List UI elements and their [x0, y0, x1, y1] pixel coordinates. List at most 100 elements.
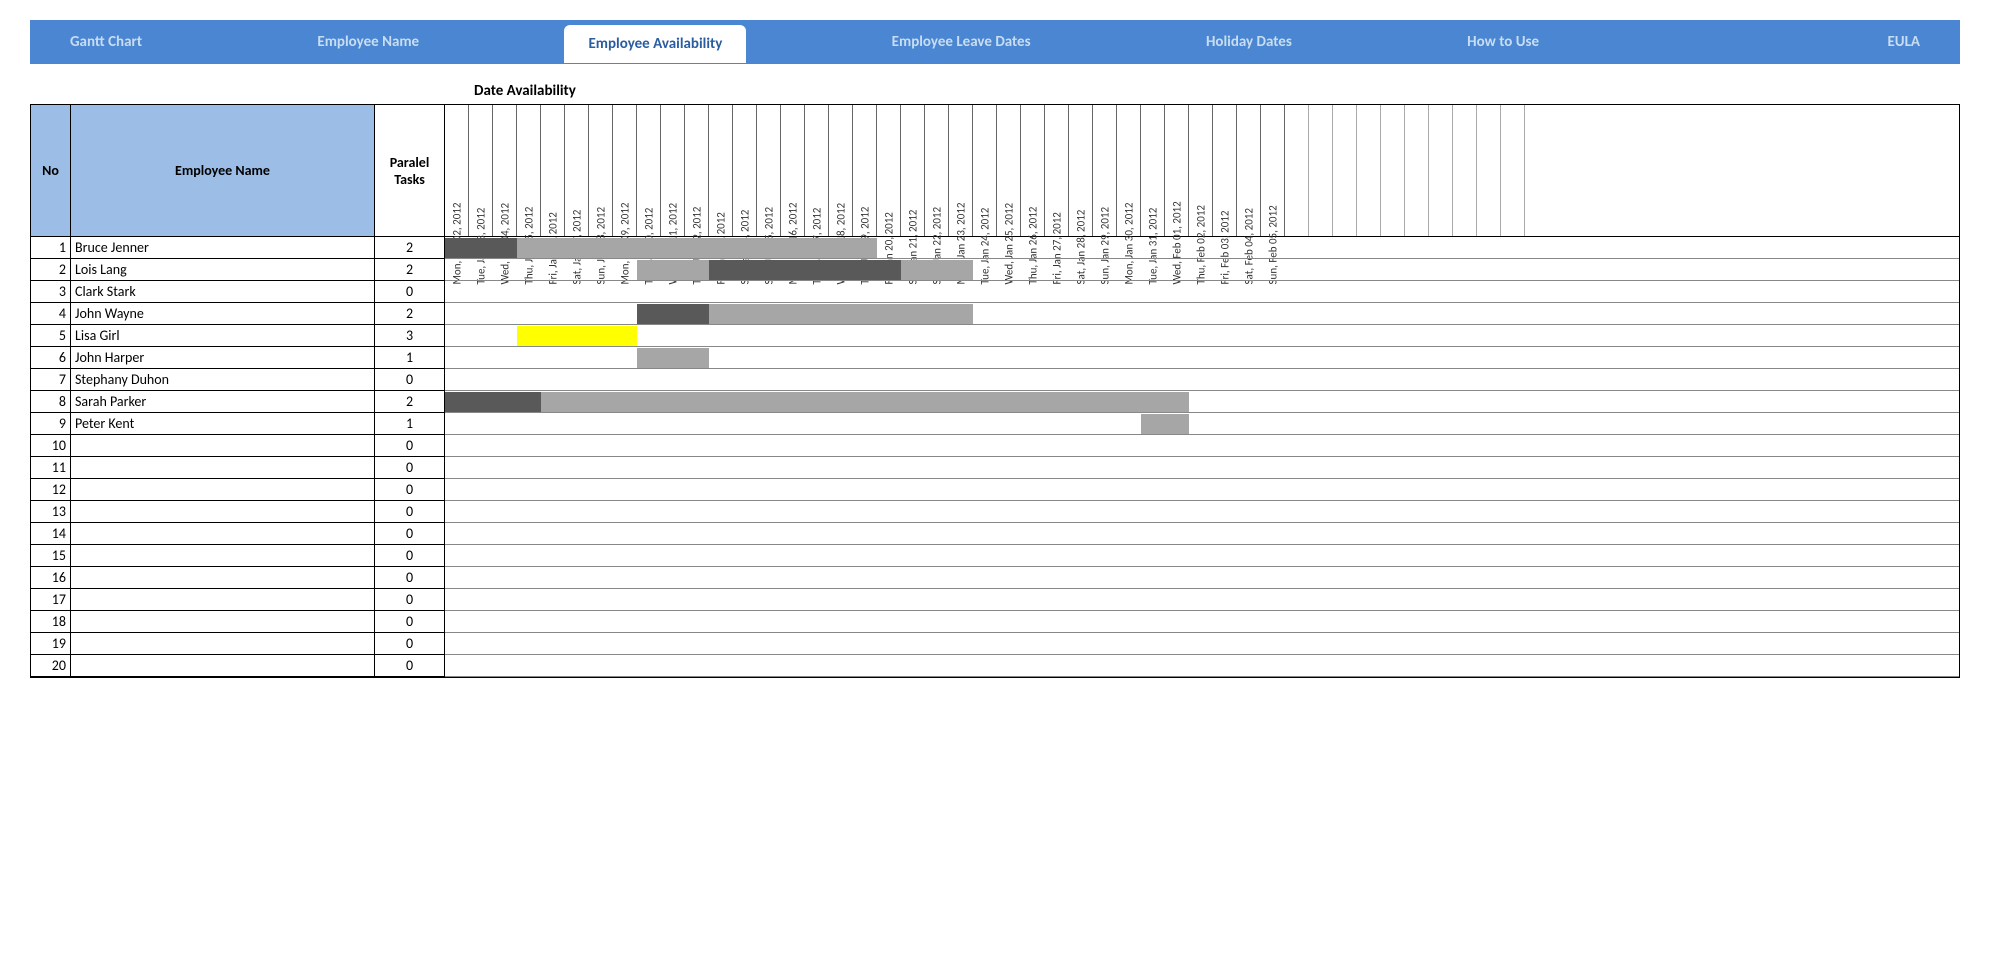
- date-column[interactable]: Thu, Jan 19, 2012: [853, 105, 877, 236]
- row-tasks[interactable]: 3: [375, 325, 445, 347]
- gantt-row[interactable]: [445, 479, 1959, 501]
- row-tasks[interactable]: 0: [375, 545, 445, 567]
- gantt-row[interactable]: [445, 259, 1959, 281]
- date-column[interactable]: Fri, Jan 06, 2012: [541, 105, 565, 236]
- gantt-row[interactable]: [445, 413, 1959, 435]
- row-no[interactable]: 15: [31, 545, 71, 567]
- row-no[interactable]: 17: [31, 589, 71, 611]
- row-tasks[interactable]: 0: [375, 281, 445, 303]
- gantt-bar[interactable]: [637, 304, 709, 324]
- row-no[interactable]: 18: [31, 611, 71, 633]
- date-column[interactable]: Thu, Jan 05, 2012: [517, 105, 541, 236]
- row-tasks[interactable]: 0: [375, 655, 445, 677]
- gantt-row[interactable]: [445, 589, 1959, 611]
- row-no[interactable]: 9: [31, 413, 71, 435]
- row-no[interactable]: 12: [31, 479, 71, 501]
- gantt-row[interactable]: [445, 545, 1959, 567]
- row-name[interactable]: Stephany Duhon: [71, 369, 375, 391]
- row-no[interactable]: 11: [31, 457, 71, 479]
- tab-eula[interactable]: EULA: [1857, 25, 1950, 59]
- row-tasks[interactable]: 0: [375, 369, 445, 391]
- date-column[interactable]: Fri, Jan 13, 2012: [709, 105, 733, 236]
- row-tasks[interactable]: 0: [375, 479, 445, 501]
- row-tasks[interactable]: 0: [375, 501, 445, 523]
- row-no[interactable]: 1: [31, 237, 71, 259]
- tab-holiday-dates[interactable]: Holiday Dates: [1176, 25, 1322, 59]
- gantt-row[interactable]: [445, 435, 1959, 457]
- gantt-row[interactable]: [445, 633, 1959, 655]
- tab-employee-availability[interactable]: Employee Availability: [564, 25, 746, 63]
- row-name[interactable]: [71, 589, 375, 611]
- row-name[interactable]: Lois Lang: [71, 259, 375, 281]
- date-column[interactable]: Sat, Jan 21, 2012: [901, 105, 925, 236]
- date-column[interactable]: Fri, Feb 03, 2012: [1213, 105, 1237, 236]
- row-name[interactable]: John Wayne: [71, 303, 375, 325]
- gantt-row[interactable]: [445, 391, 1959, 413]
- row-name[interactable]: [71, 567, 375, 589]
- row-name[interactable]: [71, 479, 375, 501]
- date-column-blank[interactable]: [1405, 105, 1429, 236]
- date-column[interactable]: Mon, Jan 02, 2012: [445, 105, 469, 236]
- date-column[interactable]: Sun, Feb 05, 2012: [1261, 105, 1285, 236]
- row-tasks[interactable]: 0: [375, 523, 445, 545]
- row-tasks[interactable]: 2: [375, 259, 445, 281]
- row-tasks[interactable]: 2: [375, 391, 445, 413]
- row-no[interactable]: 2: [31, 259, 71, 281]
- date-column[interactable]: Sun, Jan 22, 2012: [925, 105, 949, 236]
- date-column[interactable]: Thu, Jan 26, 2012: [1021, 105, 1045, 236]
- date-column-blank[interactable]: [1285, 105, 1309, 236]
- date-column[interactable]: Wed, Jan 18, 2012: [829, 105, 853, 236]
- date-column[interactable]: Sun, Jan 08, 2012: [589, 105, 613, 236]
- date-column[interactable]: Fri, Jan 27, 2012: [1045, 105, 1069, 236]
- date-column[interactable]: Sun, Jan 29, 2012: [1093, 105, 1117, 236]
- date-column[interactable]: Tue, Jan 24, 2012: [973, 105, 997, 236]
- tab-employee-leave-dates[interactable]: Employee Leave Dates: [862, 25, 1061, 59]
- row-no[interactable]: 6: [31, 347, 71, 369]
- row-tasks[interactable]: 1: [375, 347, 445, 369]
- gantt-row[interactable]: [445, 303, 1959, 325]
- tab-how-to-use[interactable]: How to Use: [1437, 25, 1569, 59]
- row-tasks[interactable]: 1: [375, 413, 445, 435]
- date-column-blank[interactable]: [1453, 105, 1477, 236]
- date-column-blank[interactable]: [1501, 105, 1525, 236]
- gantt-row[interactable]: [445, 567, 1959, 589]
- tab-employee-name[interactable]: Employee Name: [287, 25, 449, 59]
- date-column-blank[interactable]: [1477, 105, 1501, 236]
- row-no[interactable]: 14: [31, 523, 71, 545]
- date-column-blank[interactable]: [1429, 105, 1453, 236]
- gantt-bar[interactable]: [445, 392, 1189, 412]
- row-name[interactable]: John Harper: [71, 347, 375, 369]
- gantt-bar[interactable]: [445, 392, 541, 412]
- date-column[interactable]: Tue, Jan 03, 2012: [469, 105, 493, 236]
- row-name[interactable]: Clark Stark: [71, 281, 375, 303]
- gantt-row[interactable]: [445, 237, 1959, 259]
- row-name[interactable]: [71, 435, 375, 457]
- gantt-bar[interactable]: [709, 260, 901, 280]
- gantt-row[interactable]: [445, 523, 1959, 545]
- row-no[interactable]: 8: [31, 391, 71, 413]
- date-column[interactable]: Mon, Jan 23, 2012: [949, 105, 973, 236]
- date-column[interactable]: Sat, Jan 28, 2012: [1069, 105, 1093, 236]
- row-tasks[interactable]: 0: [375, 457, 445, 479]
- row-name[interactable]: [71, 655, 375, 677]
- date-column-blank[interactable]: [1357, 105, 1381, 236]
- row-no[interactable]: 20: [31, 655, 71, 677]
- row-no[interactable]: 4: [31, 303, 71, 325]
- gantt-row[interactable]: [445, 501, 1959, 523]
- row-name[interactable]: [71, 633, 375, 655]
- row-name[interactable]: Peter Kent: [71, 413, 375, 435]
- row-name[interactable]: Lisa Girl: [71, 325, 375, 347]
- gantt-bar[interactable]: [517, 326, 637, 346]
- date-column[interactable]: Sun, Jan 15, 2012: [757, 105, 781, 236]
- row-tasks[interactable]: 0: [375, 611, 445, 633]
- date-column-blank[interactable]: [1381, 105, 1405, 236]
- row-name[interactable]: [71, 501, 375, 523]
- gantt-row[interactable]: [445, 611, 1959, 633]
- date-column[interactable]: Mon, Jan 09, 2012: [613, 105, 637, 236]
- row-no[interactable]: 10: [31, 435, 71, 457]
- row-tasks[interactable]: 0: [375, 589, 445, 611]
- date-column[interactable]: Mon, Jan 16, 2012: [781, 105, 805, 236]
- date-column[interactable]: Fri, Jan 20, 2012: [877, 105, 901, 236]
- gantt-row[interactable]: [445, 281, 1959, 303]
- tab-gantt-chart[interactable]: Gantt Chart: [40, 25, 172, 59]
